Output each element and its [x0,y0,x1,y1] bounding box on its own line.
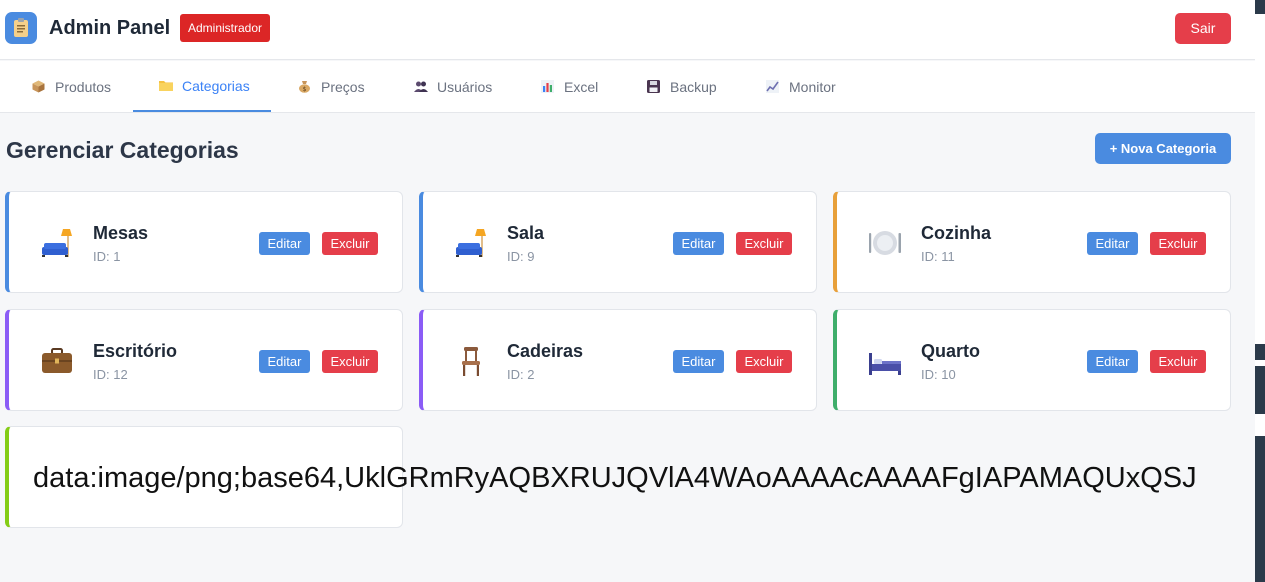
delete-button[interactable]: Excluir [736,350,792,373]
delete-button[interactable]: Excluir [322,350,378,373]
category-id: ID: 10 [921,367,956,382]
tab-monitor[interactable]: Monitor [766,61,836,112]
tab-excel-label: Excel [564,78,599,95]
clipboard-icon [5,12,37,44]
tab-produtos-label: Produtos [55,78,112,95]
tab-backup[interactable]: Backup [647,61,717,112]
users-icon [414,80,428,93]
broken-image-data-text: data:image/png;base64,UklGRmRyAQBXRUJQVl… [33,462,1197,494]
edit-button[interactable]: Editar [1087,232,1138,255]
tab-usuarios[interactable]: Usuários [414,61,492,112]
chair-icon [453,343,489,379]
tab-backup-label: Backup [670,78,717,95]
couch-lamp-icon [453,225,489,261]
briefcase-icon [39,343,75,379]
logout-button[interactable]: Sair [1175,13,1231,44]
category-name: Mesas [93,223,149,243]
folder-icon [159,79,173,92]
category-id: ID: 9 [507,249,535,264]
category-name: Quarto [921,341,981,361]
category-card: Cozinha ID: 11 Editar Excluir [833,191,1231,293]
floppy-disk-icon [647,80,660,93]
page-title: Gerenciar Categorias [6,137,239,163]
category-id: ID: 2 [507,367,535,382]
adjacent-window-edge [1255,0,1265,582]
new-category-button[interactable]: + Nova Categoria [1095,133,1231,164]
tab-categorias[interactable]: Categorias [133,61,271,112]
svg-text:$: $ [303,86,307,93]
package-icon [32,80,45,93]
money-bag-icon: $ [298,80,311,93]
delete-button[interactable]: Excluir [322,232,378,255]
category-card: Cadeiras ID: 2 Editar Excluir [419,309,817,411]
line-chart-icon [766,80,779,93]
tab-produtos[interactable]: Produtos [32,61,111,112]
category-id: ID: 12 [93,367,128,382]
category-id: ID: 1 [93,249,121,264]
category-card: Sala ID: 9 Editar Excluir [419,191,817,293]
top-bar: Admin Panel Administrador Sair [0,0,1255,60]
category-card: Escritório ID: 12 Editar Excluir [5,309,403,411]
nav-tabs: Produtos Categorias $ Preços Usuários Ex… [0,61,1255,113]
edit-button[interactable]: Editar [673,350,724,373]
tab-usuarios-label: Usuários [437,78,493,95]
tab-excel[interactable]: Excel [541,61,598,112]
category-id: ID: 11 [921,249,955,264]
category-name: Cadeiras [507,341,584,361]
category-card: Quarto ID: 10 Editar Excluir [833,309,1231,411]
delete-button[interactable]: Excluir [1150,350,1206,373]
role-badge: Administrador [180,14,271,42]
tab-monitor-label: Monitor [789,78,836,95]
edit-button[interactable]: Editar [259,350,310,373]
bed-icon [867,343,903,379]
couch-lamp-icon [39,225,75,261]
category-name: Sala [507,223,545,243]
tab-precos[interactable]: $ Preços [298,61,365,112]
edit-button[interactable]: Editar [1087,350,1138,373]
bar-chart-icon [541,80,554,93]
category-card: Mesas ID: 1 Editar Excluir [5,191,403,293]
delete-button[interactable]: Excluir [1150,232,1206,255]
category-name: Cozinha [921,223,991,243]
tab-precos-label: Preços [321,78,365,95]
category-name: Escritório [93,341,178,361]
tab-categorias-label: Categorias [182,77,250,94]
app-title: Admin Panel [49,17,171,39]
edit-button[interactable]: Editar [259,232,310,255]
delete-button[interactable]: Excluir [736,232,792,255]
plate-cutlery-icon [867,225,903,261]
edit-button[interactable]: Editar [673,232,724,255]
